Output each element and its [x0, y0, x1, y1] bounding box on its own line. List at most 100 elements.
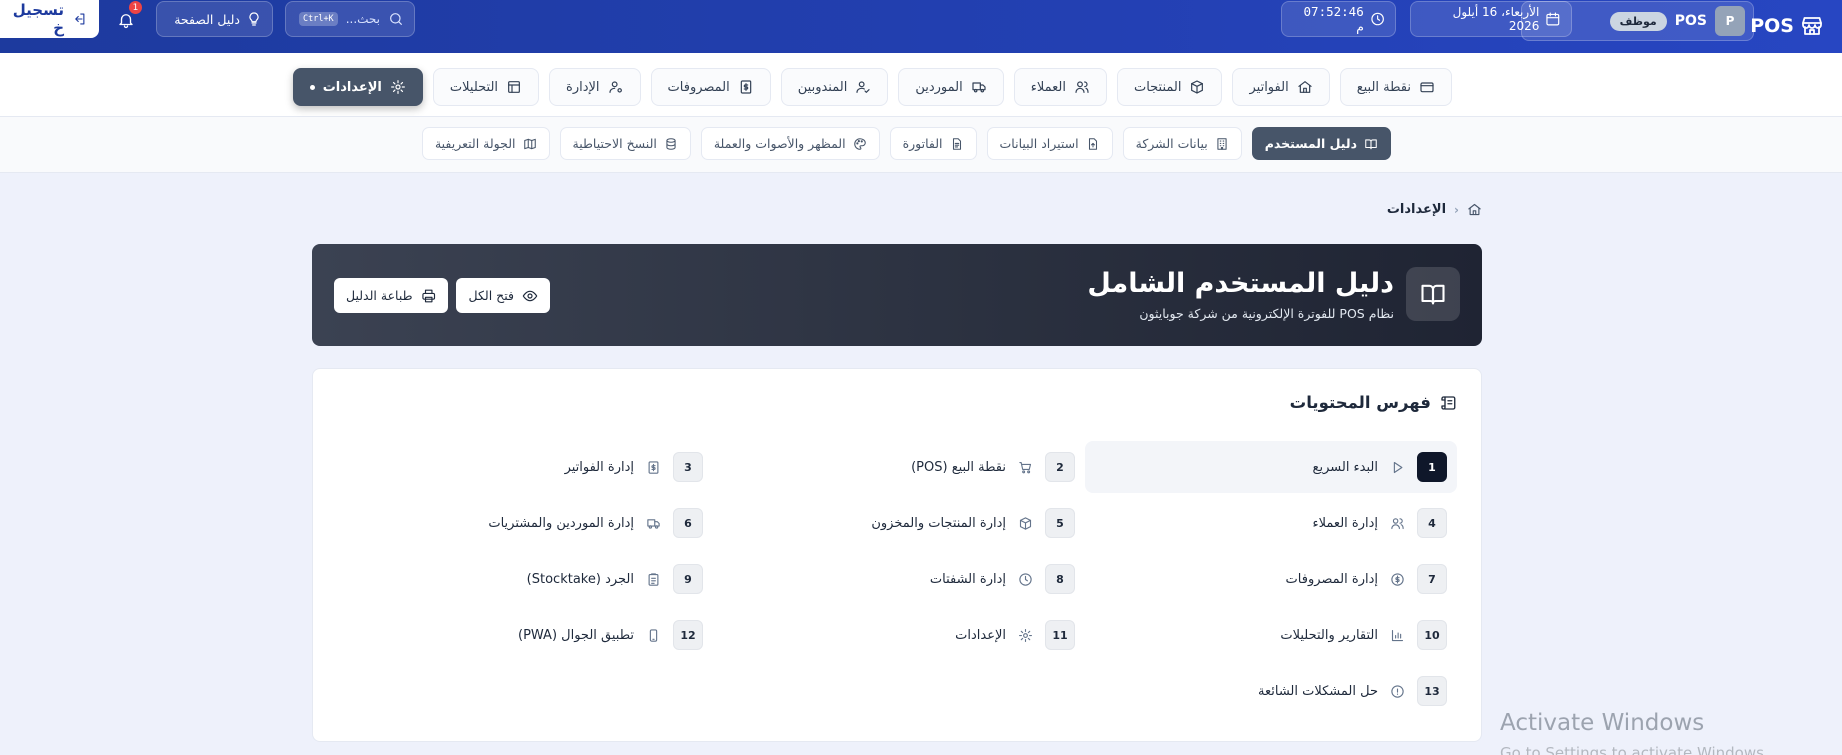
- subtab-invoice[interactable]: الفاتورة: [889, 127, 977, 160]
- cart-icon: [1019, 461, 1032, 473]
- toc-title: فهرس المحتويات: [1289, 393, 1431, 412]
- tab-management[interactable]: الإدارة: [549, 68, 641, 106]
- toc-item-products[interactable]: 5 إدارة المنتجات والمخزون: [713, 497, 1085, 549]
- subtab-label: النسخ الاحتياطية: [572, 136, 657, 151]
- search-icon: [390, 13, 402, 25]
- toc-item-troubleshooting[interactable]: 13 حل المشكلات الشائعة: [1085, 665, 1457, 717]
- print-guide-button[interactable]: طباعة الدليل: [334, 278, 448, 313]
- credit-card-icon: [1420, 82, 1434, 93]
- tab-expenses[interactable]: المصروفات: [650, 68, 771, 106]
- toc-label: نقطة البيع (POS): [911, 459, 1006, 475]
- toc-label: تطبيق الجوال (PWA): [517, 627, 634, 643]
- tab-label: التحليلات: [449, 79, 499, 95]
- open-all-button[interactable]: فتح الكل: [456, 278, 550, 313]
- help-circle-icon: [1391, 684, 1404, 698]
- toc-number: 5: [1045, 508, 1075, 538]
- logout-button[interactable]: تسجيل خ: [0, 0, 99, 38]
- toc-label: إدارة الفواتير: [564, 459, 634, 475]
- home-icon: [1298, 81, 1312, 93]
- gear-icon: [390, 80, 405, 94]
- activate-windows-hint: Go to Settings to activate Windows.: [1500, 744, 1769, 755]
- truck-icon: [972, 82, 986, 93]
- notifications-button[interactable]: 1: [112, 1, 142, 31]
- subtab-backups[interactable]: النسخ الاحتياطية: [559, 127, 691, 160]
- eye-icon: [522, 290, 538, 301]
- users-icon: [1075, 81, 1089, 93]
- page-guide-button[interactable]: دليل الصفحة: [156, 1, 273, 37]
- subtab-user-guide[interactable]: دليل المستخدم: [1251, 127, 1391, 160]
- bar-chart-icon: [1391, 629, 1404, 641]
- book-icon: [1406, 267, 1460, 321]
- subtab-label: الفاتورة: [902, 136, 943, 151]
- phone-icon: [649, 628, 658, 642]
- toc-item-suppliers[interactable]: 6 إدارة الموردين والمشتريات: [341, 497, 713, 549]
- dollar-icon: [1391, 572, 1404, 586]
- home-icon[interactable]: [1467, 202, 1482, 217]
- toc-item-customers[interactable]: 4 إدارة العملاء: [1085, 497, 1457, 549]
- toc-number: 3: [673, 452, 703, 482]
- tab-label: المنتجات: [1133, 79, 1182, 95]
- book-icon: [1365, 138, 1377, 149]
- toc-item-pos[interactable]: 2 نقطة البيع (POS): [713, 441, 1085, 493]
- toc-number: 9: [673, 564, 703, 594]
- activate-windows-watermark: Activate Windows: [1500, 710, 1705, 736]
- printer-icon: [421, 289, 435, 302]
- palette-icon: [853, 137, 866, 150]
- date-display: الأربعاء، 16 أيلول 2026: [1410, 1, 1572, 37]
- tab-pos[interactable]: نقطة البيع: [1339, 68, 1452, 106]
- tab-invoices[interactable]: الفواتير: [1232, 68, 1330, 106]
- box-icon: [1019, 516, 1032, 530]
- tab-suppliers[interactable]: الموردين: [898, 68, 1004, 106]
- toc-item-stocktake[interactable]: 9 الجرد (Stocktake): [341, 553, 713, 605]
- user-cog-icon: [608, 81, 622, 93]
- tab-label: الإعدادات: [322, 79, 382, 95]
- store-icon[interactable]: [1794, 8, 1830, 44]
- user-name: POS: [1674, 13, 1707, 29]
- tab-label: نقطة البيع: [1356, 79, 1411, 95]
- toc-item-shifts[interactable]: 8 إدارة الشفتات: [713, 553, 1085, 605]
- logout-label: تسجيل خ: [12, 1, 65, 37]
- time-text: 07:52:46 م: [1303, 4, 1364, 34]
- print-guide-label: طباعة الدليل: [346, 288, 413, 303]
- subtab-import-data[interactable]: استيراد البيانات: [986, 127, 1113, 160]
- toc-item-settings[interactable]: 11 الإعدادات: [713, 609, 1085, 661]
- toc-label: إدارة العملاء: [1312, 515, 1378, 531]
- toc-number: 2: [1045, 452, 1075, 482]
- tab-analytics[interactable]: التحليلات: [432, 68, 540, 106]
- toc-item-quick-start[interactable]: 1 البدء السريع: [1085, 441, 1457, 493]
- box-icon: [1191, 80, 1204, 94]
- tab-products[interactable]: المنتجات: [1116, 68, 1223, 106]
- table-of-contents: فهرس المحتويات 1 البدء السريع 2 نقطة الب…: [312, 368, 1482, 742]
- toc-item-reports[interactable]: 10 التقارير والتحليلات: [1085, 609, 1457, 661]
- subtab-company-data[interactable]: بيانات الشركة: [1122, 127, 1242, 160]
- play-icon: [1393, 461, 1403, 473]
- toc-label: التقارير والتحليلات: [1280, 627, 1378, 643]
- tab-customers[interactable]: العملاء: [1013, 68, 1107, 106]
- toc-item-expenses[interactable]: 7 إدارة المصروفات: [1085, 553, 1457, 605]
- toc-number: 7: [1417, 564, 1447, 594]
- main-nav: نقطة البيع الفواتير المنتجات العملاء الم…: [0, 53, 1842, 117]
- toc-number: 11: [1045, 620, 1075, 650]
- tab-label: الفواتير: [1249, 79, 1289, 95]
- page-subtitle: نظام POS للفوترة الإلكترونية من شركة جوب…: [1139, 306, 1394, 321]
- toc-item-invoices[interactable]: 3 إدارة الفواتير: [341, 441, 713, 493]
- subtab-tour[interactable]: الجولة التعريفية: [421, 127, 550, 160]
- subtab-appearance[interactable]: المظهر والأصوات والعملة: [700, 127, 880, 160]
- toc-label: البدء السريع: [1312, 459, 1378, 475]
- toc-label: إدارة الشفتات: [929, 571, 1006, 587]
- tab-label: الإدارة: [566, 79, 600, 95]
- tab-reps[interactable]: المندوبين: [780, 68, 889, 106]
- lightbulb-icon: [249, 12, 259, 26]
- toc-item-mobile-app[interactable]: 12 تطبيق الجوال (PWA): [341, 609, 713, 661]
- toc-label: إدارة المنتجات والمخزون: [871, 515, 1006, 531]
- search-placeholder: بحث...: [345, 12, 380, 26]
- subtab-label: بيانات الشركة: [1135, 136, 1208, 151]
- map-icon: [523, 138, 536, 149]
- database-icon: [666, 137, 676, 150]
- file-text-icon: [952, 137, 961, 150]
- search-button[interactable]: بحث... Ctrl+K: [285, 1, 415, 37]
- tab-settings[interactable]: الإعدادات: [292, 68, 423, 106]
- scroll-icon: [1441, 395, 1456, 410]
- toc-number: 6: [673, 508, 703, 538]
- toc-heading: فهرس المحتويات: [1290, 393, 1457, 412]
